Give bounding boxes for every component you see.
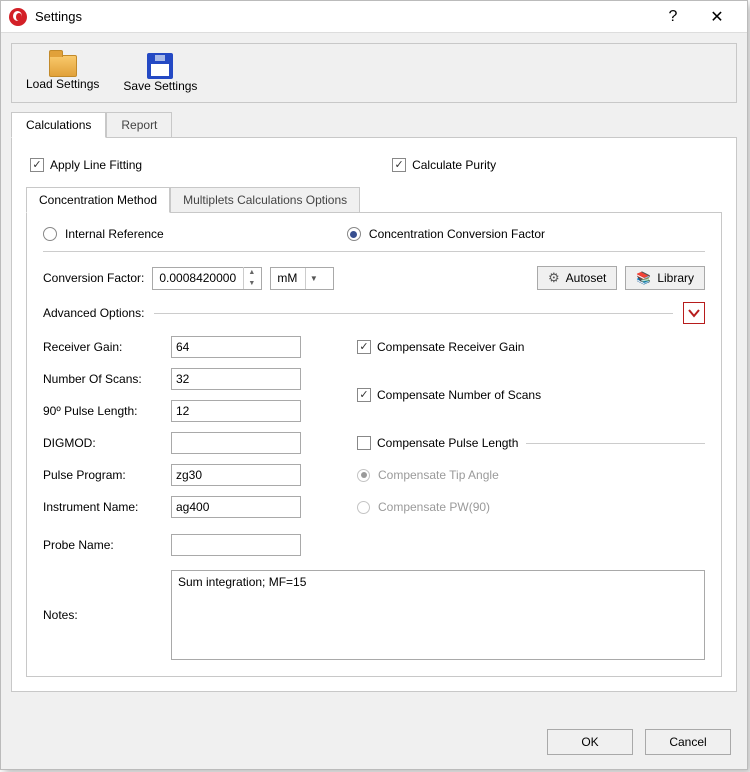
divider [526, 443, 705, 444]
advanced-options-label: Advanced Options: [43, 306, 144, 320]
checkbox-calculate-purity[interactable]: Calculate Purity [392, 158, 496, 172]
comp-tip-label: Compensate Tip Angle [378, 468, 499, 482]
checkmark-icon [357, 388, 371, 402]
radio-icon [347, 227, 361, 241]
inner-tabs: Concentration Method Multiplets Calculat… [26, 186, 722, 212]
conversion-factor-label: Conversion Factor: [43, 271, 144, 285]
checkbox-line-fitting[interactable]: Apply Line Fitting [30, 158, 142, 172]
floppy-disk-icon [147, 53, 173, 79]
instrument-name-label: Instrument Name: [43, 500, 163, 514]
number-of-scans-label: Number Of Scans: [43, 372, 163, 386]
checkmark-icon [30, 158, 44, 172]
method-radio-group: Internal Reference Concentration Convers… [43, 227, 705, 241]
settings-dialog: Settings ? ✕ Load Settings Save Settings… [0, 0, 748, 770]
radio-concentration-conversion-factor[interactable]: Concentration Conversion Factor [347, 227, 545, 241]
radio-internal-reference[interactable]: Internal Reference [43, 227, 164, 241]
digmod-label: DIGMOD: [43, 436, 163, 450]
library-icon [636, 271, 651, 285]
spinner-buttons[interactable]: ▲▼ [243, 267, 259, 289]
ccf-label: Concentration Conversion Factor [369, 227, 545, 241]
toggle-advanced-button[interactable] [683, 302, 705, 324]
radio-compensate-tip-angle: Compensate Tip Angle [357, 468, 705, 482]
tab-calculations[interactable]: Calculations [11, 112, 106, 138]
conversion-factor-input[interactable]: ▲▼ [152, 267, 262, 290]
tab-report[interactable]: Report [106, 112, 172, 138]
divider [154, 313, 673, 314]
radio-icon [357, 469, 370, 482]
spin-up-icon[interactable]: ▲ [244, 267, 259, 278]
radio-icon [357, 501, 370, 514]
receiver-gain-label: Receiver Gain: [43, 340, 163, 354]
pulse-length-input[interactable] [171, 400, 301, 422]
compensate-pulse-length-group: Compensate Pulse Length [357, 436, 705, 450]
divider [43, 251, 705, 252]
checkbox-compensate-receiver-gain[interactable]: Compensate Receiver Gain [357, 340, 705, 354]
checkbox-compensate-number-of-scans[interactable]: Compensate Number of Scans [357, 388, 705, 402]
internal-reference-label: Internal Reference [65, 227, 164, 241]
comp-ns-label: Compensate Number of Scans [377, 388, 541, 402]
advanced-grid: Receiver Gain: Compensate Receiver Gain … [43, 336, 705, 556]
calculations-pane: Apply Line Fitting Calculate Purity Conc… [11, 137, 737, 692]
close-button[interactable]: ✕ [695, 1, 739, 33]
pulse-program-label: Pulse Program: [43, 468, 163, 482]
client-area: Load Settings Save Settings Calculations… [11, 43, 737, 714]
checkbox-compensate-pulse-length[interactable]: Compensate Pulse Length [357, 436, 518, 450]
tab-multiplets-options[interactable]: Multiplets Calculations Options [170, 187, 360, 213]
load-label: Load Settings [26, 77, 99, 91]
comp-rg-label: Compensate Receiver Gain [377, 340, 524, 354]
receiver-gain-input[interactable] [171, 336, 301, 358]
conversion-factor-value[interactable] [153, 269, 243, 287]
line-fitting-label: Apply Line Fitting [50, 158, 142, 172]
digmod-input[interactable] [171, 432, 301, 454]
number-of-scans-input[interactable] [171, 368, 301, 390]
tab-concentration-method[interactable]: Concentration Method [26, 187, 170, 213]
save-label: Save Settings [123, 79, 197, 93]
radio-compensate-pw90: Compensate PW(90) [357, 500, 705, 514]
autoset-label: Autoset [566, 271, 607, 285]
comp-pl-label: Compensate Pulse Length [377, 436, 518, 450]
probe-name-input[interactable] [171, 534, 301, 556]
titlebar: Settings ? ✕ [1, 1, 747, 33]
spin-down-icon[interactable]: ▼ [244, 278, 259, 289]
library-label: Library [657, 271, 694, 285]
probe-name-label: Probe Name: [43, 538, 163, 552]
instrument-name-input[interactable] [171, 496, 301, 518]
window-title: Settings [35, 9, 82, 24]
help-button[interactable]: ? [651, 1, 695, 33]
toolbar: Load Settings Save Settings [11, 43, 737, 103]
save-settings-button[interactable]: Save Settings [123, 53, 197, 93]
comp-pw-label: Compensate PW(90) [378, 500, 490, 514]
chevron-down-icon [688, 307, 700, 319]
chevron-down-icon: ▼ [305, 268, 321, 289]
radio-icon [43, 227, 57, 241]
pulse-program-input[interactable] [171, 464, 301, 486]
app-icon [9, 8, 27, 26]
notes-label: Notes: [43, 608, 163, 622]
autoset-button[interactable]: Autoset [537, 266, 617, 290]
pulse-length-label: 90º Pulse Length: [43, 404, 163, 418]
checkbox-icon [357, 436, 371, 450]
dialog-footer: OK Cancel [547, 729, 731, 755]
main-tabs: Calculations Report [11, 111, 737, 137]
checkmark-icon [357, 340, 371, 354]
library-button[interactable]: Library [625, 266, 705, 290]
ok-button[interactable]: OK [547, 729, 633, 755]
notes-textarea[interactable] [171, 570, 705, 660]
folder-icon [49, 55, 77, 77]
unit-value: mM [271, 271, 305, 285]
checkmark-icon [392, 158, 406, 172]
gear-icon [548, 270, 560, 286]
unit-combo[interactable]: mM ▼ [270, 267, 334, 290]
load-settings-button[interactable]: Load Settings [26, 55, 99, 91]
purity-label: Calculate Purity [412, 158, 496, 172]
cancel-button[interactable]: Cancel [645, 729, 731, 755]
concentration-pane: Internal Reference Concentration Convers… [26, 212, 722, 677]
